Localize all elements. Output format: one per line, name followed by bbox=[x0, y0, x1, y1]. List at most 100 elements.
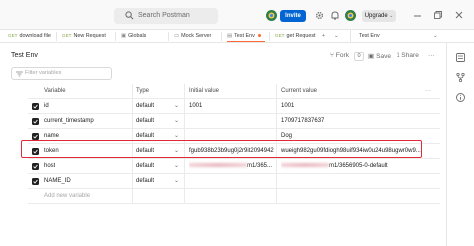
add-variable-input[interactable]: Add new variable bbox=[44, 189, 90, 204]
enabled-checkbox[interactable] bbox=[32, 163, 39, 170]
add-variable-row: Add new variable bbox=[28, 189, 440, 204]
close-window-icon[interactable] bbox=[455, 11, 463, 19]
search-placeholder: Search Postman bbox=[138, 12, 190, 19]
variable-name[interactable]: NAME_ID bbox=[44, 174, 71, 189]
filter-variables-input[interactable]: Filter variables bbox=[11, 67, 112, 80]
globals-icon: ▣ bbox=[121, 33, 127, 39]
table-row: current_timestamp default ⌄ 1709717837637 bbox=[28, 114, 440, 129]
column-divider bbox=[132, 114, 133, 129]
restore-icon[interactable] bbox=[434, 11, 442, 19]
checkmark-icon bbox=[33, 179, 38, 184]
info-icon[interactable] bbox=[456, 93, 465, 102]
environment-selector-label: Test Env bbox=[359, 33, 380, 39]
tab-label: Test Env bbox=[234, 33, 255, 39]
invite-label: Invite bbox=[285, 13, 301, 19]
title-bar: Search Postman Invite Upgrade ⌄ bbox=[0, 0, 474, 30]
tab-divider bbox=[115, 32, 116, 41]
tab-overflow-button[interactable]: ⌄ bbox=[334, 32, 339, 42]
chevron-down-icon: ⌄ bbox=[174, 163, 180, 169]
enabled-checkbox[interactable] bbox=[32, 118, 39, 125]
token-row-highlight bbox=[21, 140, 422, 158]
checkmark-icon bbox=[33, 134, 38, 139]
column-divider bbox=[184, 189, 185, 204]
column-divider bbox=[276, 189, 277, 204]
column-divider bbox=[132, 189, 133, 204]
column-divider bbox=[132, 174, 133, 189]
unsaved-dot-icon bbox=[257, 34, 261, 38]
column-divider bbox=[276, 159, 277, 174]
environment-title[interactable]: Test Env bbox=[11, 52, 38, 59]
tab-new-request[interactable]: GET New Request bbox=[62, 32, 106, 42]
tab-mock-server[interactable]: ▭ Mock Server bbox=[174, 32, 211, 42]
type-value: default bbox=[136, 178, 155, 184]
table-row: NAME_ID default ⌄ bbox=[28, 174, 440, 189]
environment-icon: ▤ bbox=[227, 33, 233, 39]
chevron-down-icon: ⌄ bbox=[174, 118, 180, 124]
current-value[interactable]: 1709717837637 bbox=[281, 114, 324, 129]
tab-method: GET bbox=[275, 33, 285, 38]
initial-value[interactable]: m1/365... bbox=[189, 159, 275, 174]
variable-name[interactable]: id bbox=[44, 99, 49, 114]
column-divider bbox=[276, 84, 277, 99]
variable-name[interactable]: host bbox=[44, 159, 55, 174]
more-options-button[interactable]: ··· bbox=[428, 52, 435, 59]
share-button[interactable]: ⟟ Share bbox=[397, 52, 419, 60]
table-row: host default ⌄ m1/365... m1/3656905-0-def… bbox=[28, 159, 440, 174]
enabled-checkbox[interactable] bbox=[32, 133, 39, 140]
tab-divider bbox=[168, 32, 169, 41]
type-value: default bbox=[136, 133, 155, 139]
tab-get-request[interactable]: GET get Request bbox=[275, 32, 316, 42]
upgrade-button[interactable]: Upgrade ⌄ bbox=[362, 10, 396, 22]
checkmark-icon bbox=[33, 104, 38, 109]
fork-count: 0 bbox=[354, 52, 364, 61]
fork-icon[interactable] bbox=[456, 73, 465, 82]
column-header-type: Type bbox=[136, 88, 150, 94]
type-select[interactable]: default ⌄ bbox=[136, 159, 182, 174]
variable-name[interactable]: current_timestamp bbox=[44, 114, 94, 129]
invite-button[interactable]: Invite bbox=[280, 10, 306, 22]
column-divider bbox=[184, 99, 185, 114]
environment-selector[interactable]: Test Env ⌄ bbox=[350, 30, 442, 43]
workspace-avatar-icon[interactable] bbox=[266, 10, 277, 21]
filter-placeholder: Filter variables bbox=[25, 70, 62, 76]
column-divider bbox=[276, 99, 277, 114]
minimize-icon[interactable] bbox=[414, 15, 421, 17]
type-select[interactable]: default ⌄ bbox=[136, 114, 182, 129]
tab-label: download file bbox=[19, 33, 51, 39]
column-header-current-value: Current value bbox=[281, 88, 318, 94]
table-options-icon[interactable]: ··· bbox=[425, 84, 431, 99]
chevron-down-icon: ⌄ bbox=[174, 103, 180, 109]
type-select[interactable]: default ⌄ bbox=[136, 174, 182, 189]
column-divider bbox=[184, 84, 185, 99]
current-value[interactable]: m1/3656905-0-default bbox=[281, 159, 423, 174]
tab-download-file[interactable]: GET download file bbox=[8, 32, 51, 42]
fork-button[interactable]: ⑂ Fork bbox=[330, 52, 349, 59]
redacted-blur bbox=[189, 163, 247, 168]
tab-test-env[interactable]: ▤ Test Env bbox=[227, 32, 265, 42]
column-divider bbox=[132, 159, 133, 174]
table-header: Variable Type Initial value Current valu… bbox=[28, 84, 440, 99]
notifications-icon[interactable] bbox=[331, 11, 339, 20]
tab-label: get Request bbox=[286, 33, 316, 39]
search-bar[interactable]: Search Postman bbox=[114, 8, 218, 24]
current-value[interactable]: 1001 bbox=[281, 99, 294, 114]
initial-value[interactable]: 1001 bbox=[189, 99, 202, 114]
save-button[interactable]: ▣ Save bbox=[368, 52, 391, 60]
right-sidebar bbox=[446, 43, 474, 246]
enabled-checkbox[interactable] bbox=[32, 103, 39, 110]
filter-icon bbox=[16, 71, 23, 77]
type-value: default bbox=[136, 118, 155, 124]
mock-server-icon: ▭ bbox=[174, 33, 180, 39]
type-value: default bbox=[136, 103, 155, 109]
column-divider bbox=[184, 159, 185, 174]
table-row: id default ⌄ 1001 1001 bbox=[28, 99, 440, 114]
new-tab-button[interactable]: + bbox=[322, 32, 325, 42]
tab-globals[interactable]: ▣ Globals bbox=[121, 32, 146, 42]
tab-method: GET bbox=[8, 33, 18, 38]
settings-icon[interactable] bbox=[315, 11, 324, 20]
tab-divider bbox=[269, 32, 270, 41]
enabled-checkbox[interactable] bbox=[32, 178, 39, 185]
environment-quick-look-icon[interactable] bbox=[456, 53, 465, 62]
type-select[interactable]: default ⌄ bbox=[136, 99, 182, 114]
user-avatar-icon[interactable] bbox=[345, 10, 356, 21]
